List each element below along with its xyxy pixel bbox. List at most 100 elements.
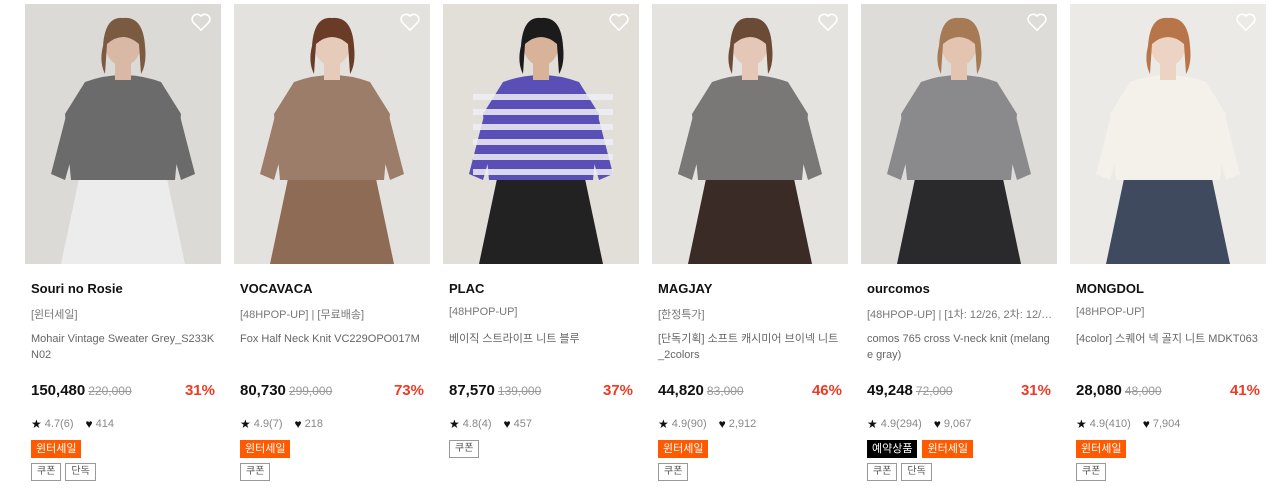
brand-name[interactable]: ourcomos	[867, 281, 930, 296]
review-meta: ★ 4.9(410) ♥ 7,904	[1076, 417, 1180, 431]
product-image[interactable]	[861, 4, 1057, 264]
star-icon: ★	[240, 417, 251, 431]
sale-price: 49,248	[867, 382, 913, 399]
badge-row: 윈터세일	[1076, 440, 1127, 458]
product-card[interactable]: MAGJAY [한정특가] [단독기획] 소프트 캐시미어 브이넥 니트_2colo…	[652, 4, 848, 494]
promo-tagline: [윈터세일]	[31, 309, 78, 321]
discount-rate: 37%	[602, 382, 633, 399]
original-price: 48,000	[1124, 384, 1162, 398]
product-card[interactable]: Souri no Rosie [윈터세일] Mohair Vintage Sweat…	[25, 4, 221, 494]
heart-icon: ♥	[718, 417, 726, 431]
badge-row: 윈터세일	[240, 440, 291, 458]
product-name[interactable]: [단독기획] 소프트 캐시미어 브이넥 니트_2colors	[658, 331, 844, 363]
star-icon: ★	[658, 417, 669, 431]
badge-row: 윈터세일	[31, 440, 82, 458]
benefit-chip: 쿠폰	[31, 463, 62, 481]
event-badge: 윈터세일	[658, 440, 709, 458]
price: 150,480 220,000	[31, 382, 132, 399]
brand-name[interactable]: PLAC	[449, 281, 484, 296]
promo-tagline: [48HPOP-UP]	[449, 306, 518, 318]
chip-row: 쿠폰	[240, 463, 271, 481]
promo-tagline: [48HPOP-UP] | [1차: 12/26, 2차: 12/…	[867, 309, 1053, 321]
product-name[interactable]: Mohair Vintage Sweater Grey_S233KN02	[31, 331, 217, 363]
price: 49,248 72,000	[867, 382, 953, 399]
price: 80,730 299,000	[240, 382, 332, 399]
rating: 4.7(6)	[44, 418, 74, 430]
event-badge: 예약상품	[867, 440, 918, 458]
badge-row: 예약상품 윈터세일	[867, 440, 973, 458]
product-grid: Souri no Rosie [윈터세일] Mohair Vintage Sweat…	[0, 0, 1276, 498]
wishlist-heart-icon[interactable]	[399, 12, 421, 32]
product-image[interactable]	[652, 4, 848, 264]
rating: 4.8(4)	[462, 418, 492, 430]
star-icon: ★	[31, 417, 42, 431]
brand-name[interactable]: Souri no Rosie	[31, 281, 123, 296]
product-card[interactable]: ourcomos [48HPOP-UP] | [1차: 12/26, 2차: 12…	[861, 4, 1057, 494]
sale-price: 80,730	[240, 382, 286, 399]
heart-icon: ♥	[933, 417, 941, 431]
star-icon: ★	[449, 417, 460, 431]
chip-row: 쿠폰	[658, 463, 689, 481]
benefit-chip: 쿠폰	[867, 463, 898, 481]
discount-rate: 31%	[184, 382, 215, 399]
product-image[interactable]	[25, 4, 221, 264]
sale-price: 28,080	[1076, 382, 1122, 399]
product-name[interactable]: 베이직 스트라이프 니트 블루	[449, 331, 635, 347]
chip-row: 쿠폰	[1076, 463, 1107, 481]
sale-price: 87,570	[449, 382, 495, 399]
wishlist-heart-icon[interactable]	[1026, 12, 1048, 32]
event-badge: 윈터세일	[922, 440, 973, 458]
sale-price: 44,820	[658, 382, 704, 399]
brand-name[interactable]: MAGJAY	[658, 281, 712, 296]
benefit-chip: 단독	[65, 463, 96, 481]
benefit-chip: 쿠폰	[658, 463, 689, 481]
badge-row: 윈터세일	[658, 440, 709, 458]
event-badge: 윈터세일	[31, 440, 82, 458]
wishlist-heart-icon[interactable]	[1235, 12, 1257, 32]
brand-name[interactable]: VOCAVACA	[240, 281, 312, 296]
original-price: 139,000	[497, 384, 542, 398]
like-count: 414	[95, 418, 114, 430]
sale-price: 150,480	[31, 382, 86, 399]
product-name[interactable]: Fox Half Neck Knit VC229OPO017M	[240, 331, 426, 347]
original-price: 299,000	[288, 384, 333, 398]
product-card[interactable]: MONGDOL [48HPOP-UP] [4color] 스퀘어 넥 골지 니트 M…	[1070, 4, 1266, 494]
wishlist-heart-icon[interactable]	[817, 12, 839, 32]
wishlist-heart-icon[interactable]	[608, 12, 630, 32]
product-image[interactable]	[1070, 4, 1266, 264]
rating: 4.9(294)	[880, 418, 922, 430]
product-image[interactable]	[234, 4, 430, 264]
benefit-chip: 쿠폰	[449, 440, 480, 458]
promo-tagline: [48HPOP-UP] | [무료배송]	[240, 309, 365, 321]
benefit-chip: 쿠폰	[240, 463, 271, 481]
like-count: 9,067	[943, 418, 972, 430]
heart-icon: ♥	[85, 417, 93, 431]
price: 44,820 83,000	[658, 382, 744, 399]
rating: 4.9(90)	[671, 418, 707, 430]
chip-row: 쿠폰 단독	[31, 463, 96, 481]
original-price: 83,000	[706, 384, 744, 398]
review-meta: ★ 4.8(4) ♥ 457	[449, 417, 532, 431]
heart-icon: ♥	[294, 417, 302, 431]
original-price: 220,000	[88, 384, 132, 398]
price: 87,570 139,000	[449, 382, 541, 399]
brand-name[interactable]: MONGDOL	[1076, 281, 1144, 296]
product-name[interactable]: comos 765 cross V-neck knit (melange gra…	[867, 331, 1053, 363]
like-count: 457	[513, 418, 532, 430]
product-image[interactable]	[443, 4, 639, 264]
heart-icon: ♥	[503, 417, 511, 431]
event-badge: 윈터세일	[240, 440, 291, 458]
like-count: 2,912	[728, 418, 757, 430]
like-count: 7,904	[1152, 418, 1181, 430]
event-badge: 윈터세일	[1076, 440, 1127, 458]
product-card[interactable]: VOCAVACA [48HPOP-UP] | [무료배송] Fox Half Nec…	[234, 4, 430, 494]
star-icon: ★	[1076, 417, 1087, 431]
like-count: 218	[304, 418, 323, 430]
promo-tagline: [48HPOP-UP]	[1076, 306, 1145, 318]
product-name[interactable]: [4color] 스퀘어 넥 골지 니트 MDKT063	[1076, 331, 1262, 347]
review-meta: ★ 4.9(90) ♥ 2,912	[658, 417, 756, 431]
discount-rate: 73%	[393, 382, 424, 399]
benefit-chip: 쿠폰	[1076, 463, 1107, 481]
product-card[interactable]: PLAC [48HPOP-UP] 베이직 스트라이프 니트 블루 87,570 139,…	[443, 4, 639, 494]
wishlist-heart-icon[interactable]	[190, 12, 212, 32]
